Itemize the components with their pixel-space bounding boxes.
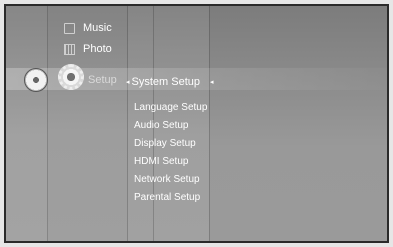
submenu-item-display-setup[interactable]: Display Setup: [134, 135, 207, 153]
chevron-right-icon[interactable]: ◂: [210, 78, 214, 86]
system-setup-label: System Setup: [131, 76, 200, 88]
submenu-item-audio-setup[interactable]: Audio Setup: [134, 117, 207, 135]
disc-icon: [24, 68, 48, 92]
menu-screen: Music Photo Setup ◂ System Setup ◂ Langu…: [4, 4, 389, 243]
menu-column-2: [48, 6, 128, 241]
submenu-item-language-setup[interactable]: Language Setup: [134, 99, 207, 117]
gear-icon[interactable]: [58, 64, 84, 90]
menu-item-photo[interactable]: Photo: [64, 43, 112, 55]
menu-item-music[interactable]: Music: [64, 22, 112, 34]
music-note-icon: [64, 22, 75, 34]
right-panel: [210, 6, 387, 241]
submenu-item-parental-setup[interactable]: Parental Setup: [134, 189, 207, 207]
menu-item-music-label: Music: [83, 22, 112, 34]
photo-icon: [64, 43, 75, 55]
menu-item-setup-label[interactable]: Setup: [88, 74, 117, 86]
submenu-item-hdmi-setup[interactable]: HDMI Setup: [134, 153, 207, 171]
submenu-item-network-setup[interactable]: Network Setup: [134, 171, 207, 189]
system-setup-selector[interactable]: ◂ System Setup ◂: [124, 76, 216, 88]
chevron-left-icon[interactable]: ◂: [126, 78, 130, 86]
menu-item-photo-label: Photo: [83, 43, 112, 55]
system-setup-submenu: Language Setup Audio Setup Display Setup…: [134, 99, 207, 207]
menu-column-1: [6, 6, 48, 241]
